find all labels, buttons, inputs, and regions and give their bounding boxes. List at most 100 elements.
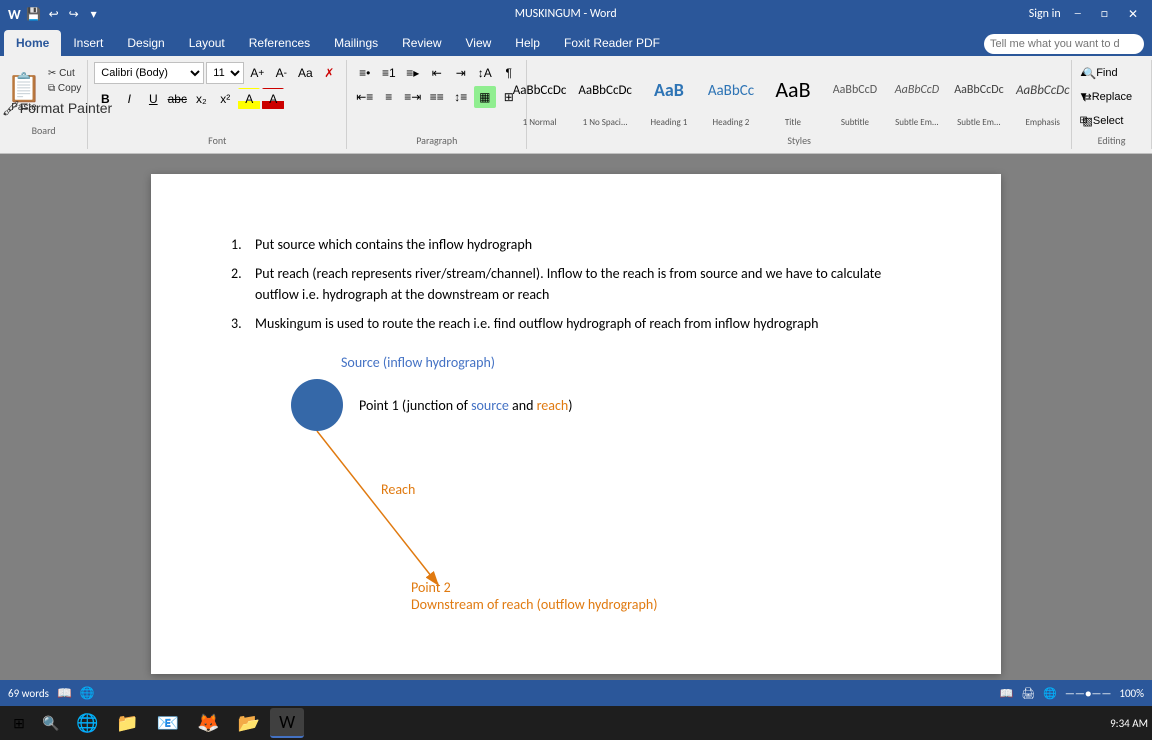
- tab-help[interactable]: Help: [503, 30, 552, 56]
- cut-button[interactable]: ✂ Cut: [46, 67, 83, 80]
- web-view-icon[interactable]: 🌐: [1043, 687, 1057, 700]
- italic-button[interactable]: I: [118, 88, 140, 110]
- numbering-button[interactable]: ≡1: [378, 62, 400, 84]
- taskbar-firefox[interactable]: 🦊: [189, 708, 227, 738]
- find-button[interactable]: 🔍 Find: [1082, 62, 1142, 84]
- format-painter-button[interactable]: 🖌 Format Painter: [46, 97, 68, 119]
- increase-indent-button[interactable]: ⇥: [450, 62, 472, 84]
- style-subtle-em2-preview: AaBbCcDc: [954, 66, 1003, 115]
- line-spacing-button[interactable]: ↕≡: [450, 86, 472, 108]
- sort-button[interactable]: ↕A: [474, 62, 496, 84]
- restore-button[interactable]: □: [1095, 7, 1114, 21]
- language-icon[interactable]: 🌐: [80, 686, 95, 701]
- align-right-button[interactable]: ≡⇥: [402, 86, 424, 108]
- style-subtle-em2[interactable]: AaBbCcDc Subtle Em...: [949, 63, 1009, 131]
- sign-in-button[interactable]: Sign in: [1029, 7, 1061, 21]
- style-normal[interactable]: AaBbCcDc 1 Normal: [508, 63, 572, 131]
- taskbar-ie[interactable]: 🌐: [68, 708, 106, 738]
- close-button[interactable]: ✕: [1122, 7, 1144, 22]
- tab-insert[interactable]: Insert: [61, 30, 115, 56]
- style-emphasis-preview: AaBbCcDc: [1016, 66, 1070, 115]
- select-button[interactable]: ▧ Select: [1082, 110, 1142, 132]
- taskbar-file-explorer[interactable]: 📁: [108, 708, 146, 738]
- style-title-preview: AaB: [775, 66, 810, 115]
- font-controls: Calibri (Body) 11 A+ A- Aa ✗ B I U abc x…: [94, 62, 340, 132]
- text-color-button[interactable]: A: [262, 88, 284, 110]
- start-button[interactable]: ⊞: [4, 708, 34, 738]
- tab-references[interactable]: References: [237, 30, 322, 56]
- style-title[interactable]: AaB Title: [763, 63, 823, 131]
- multilevel-button[interactable]: ≡▸: [402, 62, 424, 84]
- bullets-button[interactable]: ≡•: [354, 62, 376, 84]
- subscript-button[interactable]: x₂: [190, 88, 212, 110]
- replace-button[interactable]: ⇄ Replace: [1082, 86, 1142, 108]
- search-button[interactable]: 🔍: [36, 708, 66, 738]
- read-view-icon[interactable]: 📖: [1000, 687, 1014, 700]
- list-num-2: 2.: [231, 263, 255, 305]
- list-text-2: Put reach (reach represents river/stream…: [255, 263, 921, 305]
- style-normal-preview: AaBbCcDc: [513, 66, 567, 115]
- align-center-button[interactable]: ≡: [378, 86, 400, 108]
- clipboard-group: 📋 Paste ✂ Cut ⧉ Copy 🖌 Format Painter Bo…: [0, 60, 88, 149]
- text-highlight-button[interactable]: A: [238, 88, 260, 110]
- bold-button[interactable]: B: [94, 88, 116, 110]
- editing-controls: 🔍 Find ⇄ Replace ▧ Select: [1082, 62, 1142, 132]
- superscript-button[interactable]: x²: [214, 88, 236, 110]
- font-family-select[interactable]: Calibri (Body): [94, 62, 204, 84]
- decrease-indent-button[interactable]: ⇤: [426, 62, 448, 84]
- tab-mailings[interactable]: Mailings: [322, 30, 390, 56]
- font-size-select[interactable]: 11: [206, 62, 244, 84]
- style-emphasis[interactable]: AaBbCcDc Emphasis: [1011, 63, 1075, 131]
- title-bar: W 💾 ↩ ↪ ▾ MUSKINGUM - Word Sign in ─ □ ✕: [0, 0, 1152, 28]
- undo-icon[interactable]: ↩: [45, 5, 63, 23]
- save-icon[interactable]: 💾: [25, 5, 43, 23]
- tab-view[interactable]: View: [454, 30, 504, 56]
- taskbar-folder[interactable]: 📂: [230, 708, 268, 738]
- tab-review[interactable]: Review: [390, 30, 453, 56]
- style-heading1[interactable]: AaB Heading 1: [639, 63, 699, 131]
- taskbar-mail[interactable]: 📧: [149, 708, 187, 738]
- style-subtle-em2-label: Subtle Em...: [957, 117, 1001, 128]
- font-grow-button[interactable]: A+: [246, 62, 268, 84]
- style-subtitle[interactable]: AaBbCcD Subtitle: [825, 63, 885, 131]
- font-shrink-button[interactable]: A-: [270, 62, 292, 84]
- redo-icon[interactable]: ↪: [65, 5, 83, 23]
- tab-layout[interactable]: Layout: [177, 30, 237, 56]
- justify-button[interactable]: ≡≡: [426, 86, 448, 108]
- style-no-spacing[interactable]: AaBbCcDc 1 No Spaci...: [573, 63, 637, 131]
- tab-foxit[interactable]: Foxit Reader PDF: [552, 30, 672, 56]
- title-bar-title: MUSKINGUM - Word: [103, 7, 1029, 21]
- ribbon-toolbar: 📋 Paste ✂ Cut ⧉ Copy 🖌 Format Painter Bo…: [0, 56, 1152, 154]
- change-case-button[interactable]: Aa: [294, 62, 316, 84]
- word-count-label: 69 words: [8, 687, 49, 700]
- taskbar-word[interactable]: W: [270, 708, 304, 738]
- document-page: 1. Put source which contains the inflow …: [151, 174, 1001, 674]
- styles-content: AaBbCcDc 1 Normal AaBbCcDc 1 No Spaci...…: [508, 62, 1091, 132]
- minimize-button[interactable]: ─: [1069, 7, 1087, 21]
- circle-row: Point 1 (junction of source and reach): [291, 379, 921, 431]
- title-bar-right: Sign in ─ □ ✕: [1029, 7, 1144, 22]
- status-bar-right: 📖 🖨 🌐 ——●—— 100%: [1000, 687, 1144, 700]
- style-subtle-em-preview: AaBbCcD: [895, 66, 939, 115]
- zoom-slider[interactable]: ——●——: [1065, 687, 1111, 700]
- clear-format-button[interactable]: ✗: [318, 62, 340, 84]
- font-group: Calibri (Body) 11 A+ A- Aa ✗ B I U abc x…: [88, 60, 347, 149]
- proofing-icon[interactable]: 📖: [57, 686, 72, 701]
- underline-button[interactable]: U: [142, 88, 164, 110]
- search-input[interactable]: [984, 34, 1144, 54]
- copy-button[interactable]: ⧉ Copy: [46, 82, 83, 95]
- shading-button[interactable]: ▦: [474, 86, 496, 108]
- para-row2: ⇤≡ ≡ ≡⇥ ≡≡ ↕≡ ▦ ⊞: [354, 86, 520, 108]
- print-view-icon[interactable]: 🖨: [1021, 687, 1035, 700]
- customize-icon[interactable]: ▾: [85, 5, 103, 23]
- title-bar-left: W 💾 ↩ ↪ ▾: [8, 5, 103, 23]
- point1-label: Point 1 (junction of source and reach): [359, 397, 573, 414]
- style-heading2-preview: AaBbCc: [708, 66, 754, 115]
- tab-home[interactable]: Home: [4, 30, 61, 56]
- align-left-button[interactable]: ⇤≡: [354, 86, 376, 108]
- style-subtle-em[interactable]: AaBbCcD Subtle Em...: [887, 63, 947, 131]
- strikethrough-button[interactable]: abc: [166, 88, 188, 110]
- tab-design[interactable]: Design: [115, 30, 176, 56]
- style-subtle-em-label: Subtle Em...: [895, 117, 939, 128]
- style-heading2[interactable]: AaBbCc Heading 2: [701, 63, 761, 131]
